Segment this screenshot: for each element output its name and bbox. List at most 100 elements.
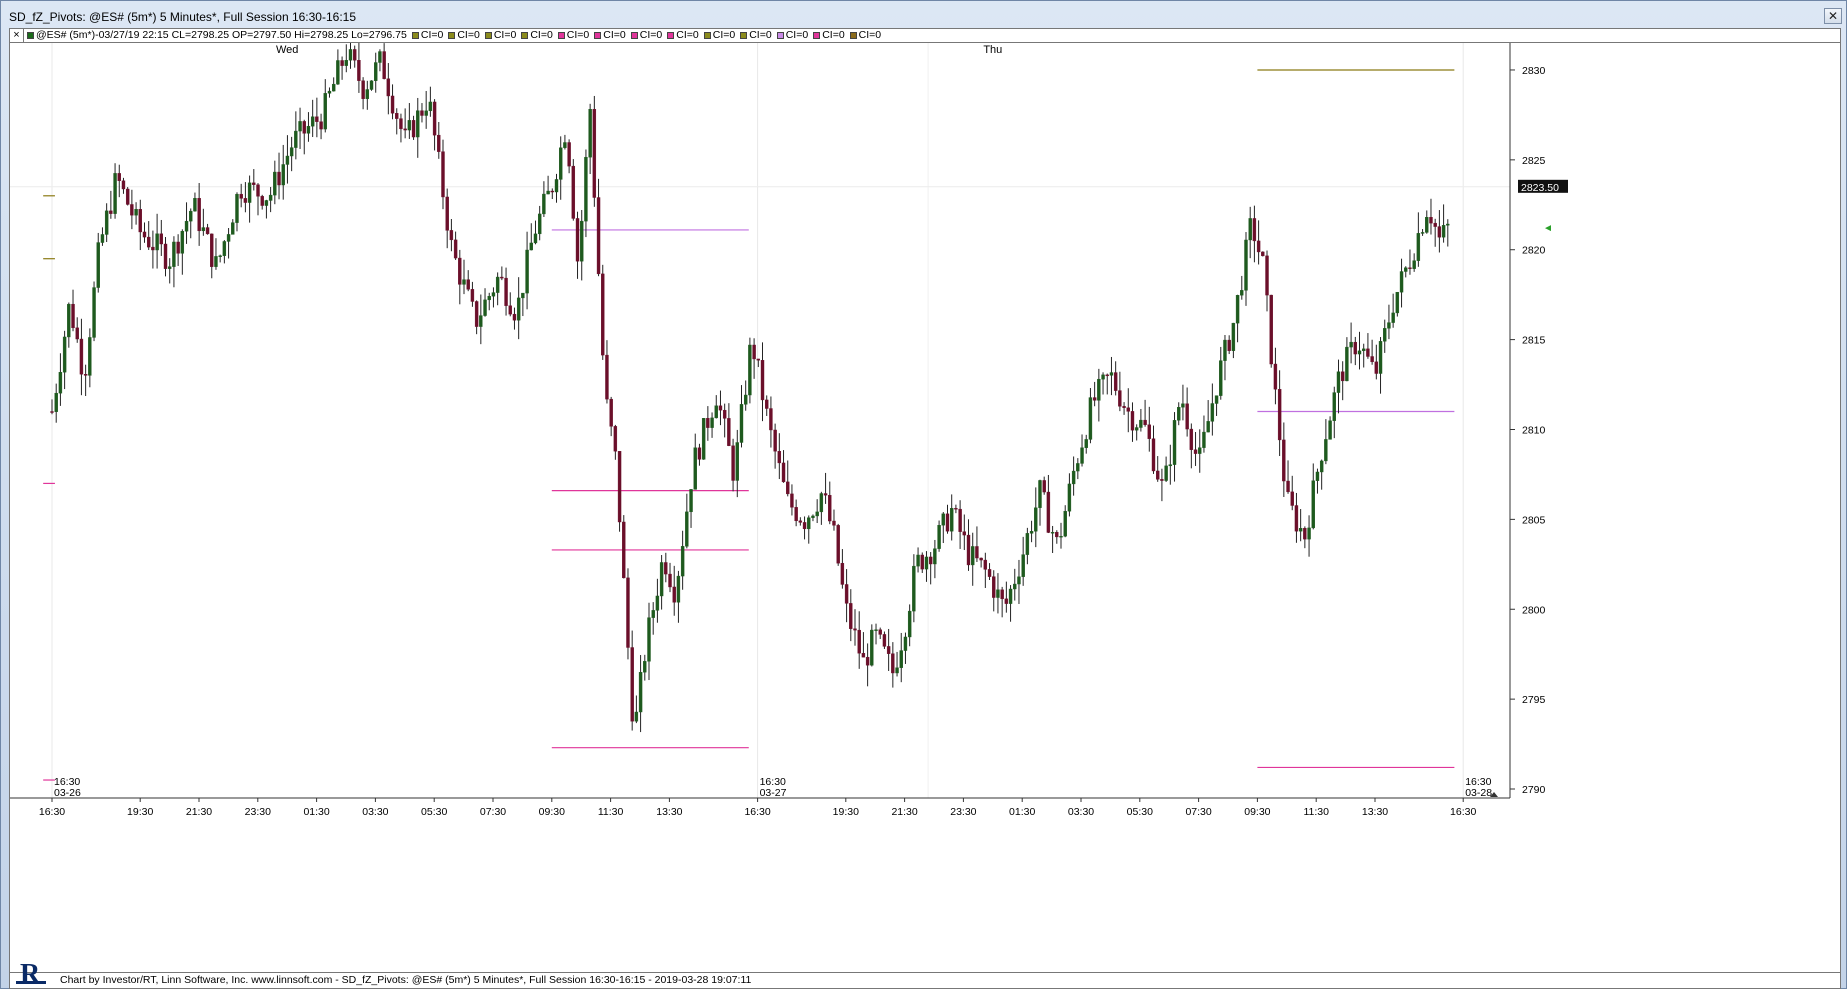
indicator-legend-label: CI=0 [822, 29, 845, 41]
candle-body [949, 508, 954, 532]
close-icon[interactable]: ✕ [1824, 8, 1842, 24]
candle-body [1105, 374, 1109, 377]
indicator-legend-item[interactable]: CI=0 [740, 29, 772, 42]
candle-body [1240, 290, 1244, 296]
time-tick-label: 13:30 [1362, 806, 1388, 818]
candle-body [1378, 341, 1383, 374]
indicator-legend-item[interactable]: CI=0 [411, 29, 443, 42]
candle-body [756, 358, 761, 361]
candlestick-chart[interactable]: Wed Thu 279027952800280528102815282028252… [10, 43, 1842, 972]
candle-body [1038, 480, 1042, 508]
candle-body [1210, 403, 1215, 422]
time-tick-label: 07:30 [480, 806, 506, 818]
candle-body [1080, 447, 1084, 464]
price-tick-label: 2815 [1522, 335, 1546, 347]
indicator-legend-item[interactable]: CI=0 [667, 29, 699, 42]
indicator-legend-item[interactable]: CI=0 [594, 29, 626, 42]
candle-body [121, 180, 126, 190]
indicator-legend-item[interactable]: CI=0 [776, 29, 808, 42]
candle-body [1008, 588, 1013, 604]
candle-body [327, 90, 332, 94]
candle-body [722, 409, 727, 419]
current-price-marker-icon [1545, 225, 1551, 232]
time-tick-label: 16:30 [1450, 806, 1476, 818]
candle-body [504, 277, 508, 306]
candle-body [109, 210, 113, 214]
candle-body [592, 109, 597, 198]
investor-rt-logo-icon: R [16, 959, 46, 989]
time-tick-label: 09:30 [1244, 806, 1270, 818]
candle-body [403, 128, 407, 131]
candle-body [420, 110, 424, 116]
time-tick-label: 19:30 [127, 806, 153, 818]
title-bar[interactable]: SD_fZ_Pivots: @ES# (5m*) 5 Minutes*, Ful… [1, 1, 1847, 31]
candle-body [134, 209, 138, 216]
candle-body [575, 218, 580, 262]
indicator-legend-item[interactable]: CI=0 [521, 29, 553, 42]
price-tick-label: 2810 [1522, 424, 1546, 436]
candle-body [117, 173, 121, 181]
candle-body [630, 647, 634, 722]
candle-body [701, 418, 706, 460]
candle-body [537, 213, 542, 235]
info-close-icon[interactable]: × [10, 29, 24, 42]
candle-body [92, 287, 96, 338]
candle-body [1189, 428, 1194, 450]
candle-body [365, 89, 370, 99]
candle-body [1067, 483, 1072, 512]
candle-body [924, 556, 929, 570]
candle-body [1164, 465, 1168, 481]
indicator-legend-item[interactable]: CI=0 [630, 29, 662, 42]
indicator-legend-item[interactable]: @ES# (5m*)-03/27/19 22:15 CL=2798.25 OP=… [27, 29, 407, 42]
indicator-legend-item[interactable]: CI=0 [703, 29, 735, 42]
time-tick-label: 21:30 [186, 806, 212, 818]
candle-body [1307, 527, 1311, 540]
candle-body [1139, 419, 1143, 428]
svg-text:R: R [20, 959, 41, 989]
time-tick-label: 11:30 [1303, 806, 1329, 818]
color-swatch-icon [667, 32, 675, 39]
candle-body [647, 617, 651, 662]
candle-body [1340, 371, 1345, 382]
candle-body [765, 399, 769, 409]
candle-body [369, 80, 374, 90]
indicator-legend-item[interactable]: CI=0 [484, 29, 516, 42]
candle-body [1277, 389, 1282, 441]
candle-body [189, 210, 193, 222]
indicator-legend-item[interactable]: CI=0 [849, 29, 881, 42]
candle-body [966, 534, 971, 566]
candle-body [525, 249, 529, 294]
candle-body [193, 198, 197, 212]
color-swatch-icon [484, 32, 492, 39]
candle-body [1399, 271, 1404, 293]
candle-body [899, 650, 903, 668]
price-chart-area[interactable]: Wed Thu 2790 2795 2800 2805 2810 2815 2820 2825 2… [9, 43, 1841, 972]
candle-body [50, 411, 54, 413]
candle-body [1408, 267, 1412, 269]
candle-body [735, 442, 739, 481]
candle-body [979, 557, 983, 561]
candle-body [920, 554, 924, 570]
candle-body [357, 60, 361, 81]
candle-body [281, 164, 285, 186]
indicator-legend-item[interactable]: CI=0 [813, 29, 845, 42]
candle-body [1319, 460, 1324, 473]
candle-body [912, 565, 916, 612]
candle-body [67, 303, 71, 338]
candle-body [1404, 267, 1408, 272]
candle-body [1332, 392, 1336, 421]
candle-series [50, 43, 1450, 733]
candle-body [273, 171, 277, 196]
indicator-legend-item[interactable]: CI=0 [448, 29, 480, 42]
time-tick-label: 07:30 [1185, 806, 1211, 818]
candle-body [550, 190, 554, 193]
candle-body [306, 125, 311, 134]
indicator-legend-item[interactable]: CI=0 [557, 29, 589, 42]
candle-body [828, 495, 832, 522]
candle-body [411, 120, 416, 138]
candle-body [916, 554, 920, 567]
candle-body [353, 49, 357, 61]
candle-body [1013, 583, 1017, 590]
time-tick-label: 05:30 [1127, 806, 1153, 818]
candle-body [983, 559, 988, 570]
